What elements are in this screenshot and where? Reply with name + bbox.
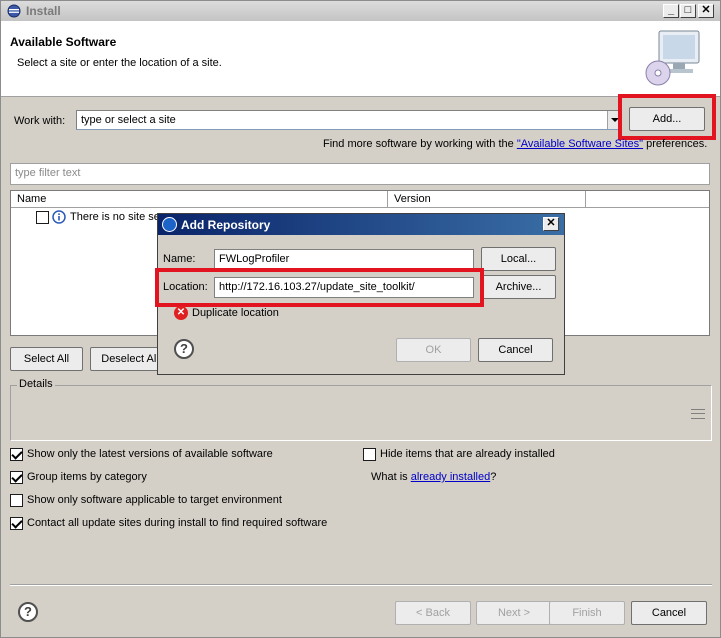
find-more-suffix: preferences. xyxy=(643,138,708,150)
work-with-value: type or select a site xyxy=(81,114,176,126)
show-applicable-label: Show only software applicable to target … xyxy=(27,494,282,506)
select-all-button[interactable]: Select All xyxy=(10,347,83,371)
name-field[interactable]: FWLogProfiler xyxy=(214,249,474,270)
header-banner: Available Software Select a site or ente… xyxy=(1,21,720,97)
maximize-button[interactable]: □ xyxy=(680,4,696,18)
group-by-category-checkbox[interactable] xyxy=(10,471,23,484)
back-button[interactable]: < Back xyxy=(395,601,471,625)
table-header: Name Version xyxy=(11,191,709,208)
close-button[interactable]: ✕ xyxy=(698,4,714,18)
hide-installed-label: Hide items that are already installed xyxy=(380,448,555,460)
window-title: Install xyxy=(26,4,61,18)
page-title: Available Software xyxy=(10,35,117,49)
title-bar: Install _ □ ✕ xyxy=(1,1,720,21)
work-with-combo[interactable]: type or select a site xyxy=(76,110,622,130)
archive-button[interactable]: Archive... xyxy=(481,275,556,299)
name-label: Name: xyxy=(163,253,196,265)
show-applicable-checkbox[interactable] xyxy=(10,494,23,507)
info-icon xyxy=(52,210,66,224)
what-is-prefix: What is xyxy=(371,471,411,483)
finish-button[interactable]: Finish xyxy=(549,601,625,625)
group-by-category-label: Group items by category xyxy=(27,471,147,483)
footer-separator xyxy=(10,584,712,586)
contact-sites-checkbox[interactable] xyxy=(10,517,23,530)
table-row-text: There is no site se xyxy=(70,211,160,223)
find-more-text: Find more software by working with the "… xyxy=(323,138,707,150)
row-checkbox[interactable] xyxy=(36,211,49,224)
find-more-prefix: Find more software by working with the xyxy=(323,138,517,150)
details-group: Details xyxy=(10,378,712,441)
details-resize-handle[interactable] xyxy=(691,409,705,419)
add-highlight-box xyxy=(618,94,716,140)
already-installed-link[interactable]: already installed xyxy=(411,471,491,483)
show-latest-checkbox[interactable] xyxy=(10,448,23,461)
filter-input[interactable]: type filter text xyxy=(10,163,710,185)
hide-installed-checkbox[interactable] xyxy=(363,448,376,461)
error-icon: ✕ xyxy=(174,306,188,320)
dialog-close-button[interactable]: ✕ xyxy=(543,217,559,231)
what-is-installed-text: What is already installed? xyxy=(371,471,496,483)
ok-button[interactable]: OK xyxy=(396,338,471,362)
dialog-help-icon[interactable]: ? xyxy=(174,339,194,359)
dialog-cancel-button[interactable]: Cancel xyxy=(478,338,553,362)
eclipse-icon xyxy=(7,4,21,18)
dialog-title-bar: Add Repository ✕ xyxy=(158,214,564,235)
computer-cd-icon xyxy=(645,30,700,86)
minimize-button[interactable]: _ xyxy=(663,4,679,18)
details-label: Details xyxy=(17,378,55,390)
add-repository-dialog: Add Repository ✕ Name: FWLogProfiler Loc… xyxy=(155,213,565,375)
cancel-button[interactable]: Cancel xyxy=(631,601,707,625)
work-with-label: Work with: xyxy=(14,115,66,127)
available-software-sites-link[interactable]: "Available Software Sites" xyxy=(517,138,643,150)
dialog-title: Add Repository xyxy=(181,218,271,232)
eclipse-icon xyxy=(162,217,177,232)
next-button[interactable]: Next > xyxy=(476,601,552,625)
local-button[interactable]: Local... xyxy=(481,247,556,271)
show-latest-label: Show only the latest versions of availab… xyxy=(27,448,273,460)
column-name[interactable]: Name xyxy=(11,191,388,207)
location-highlight-box xyxy=(155,268,484,307)
error-message: Duplicate location xyxy=(192,307,279,319)
page-description: Select a site or enter the location of a… xyxy=(17,57,222,69)
install-window: Install _ □ ✕ Available Software Select … xyxy=(0,0,721,638)
contact-sites-label: Contact all update sites during install … xyxy=(27,517,328,529)
help-icon[interactable]: ? xyxy=(18,602,38,622)
what-is-suffix: ? xyxy=(490,471,497,483)
column-version[interactable]: Version xyxy=(388,191,586,207)
